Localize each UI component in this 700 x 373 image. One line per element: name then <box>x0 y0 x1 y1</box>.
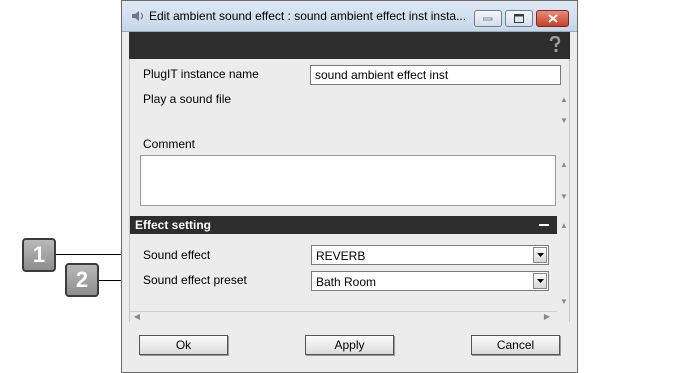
close-button[interactable] <box>536 10 569 27</box>
sound-effect-preset-select[interactable]: Bath Room <box>311 271 549 291</box>
maximize-button[interactable] <box>505 10 533 27</box>
effect-setting-header[interactable]: Effect setting <box>130 216 557 234</box>
minimize-button[interactable] <box>474 10 502 27</box>
speaker-icon <box>132 11 144 21</box>
comment-textarea[interactable] <box>140 155 556 206</box>
section-scroll-down-arrow[interactable]: ▼ <box>559 298 569 306</box>
sound-effect-select[interactable]: REVERB <box>311 245 549 265</box>
cancel-button[interactable]: Cancel <box>471 335 560 355</box>
apply-button[interactable]: Apply <box>305 335 394 355</box>
minimize-icon <box>483 17 493 20</box>
sound-effect-label: Sound effect <box>143 248 211 262</box>
scroll-up-arrow[interactable]: ▲ <box>559 96 569 104</box>
chevron-down-icon <box>536 253 544 257</box>
sound-effect-preset-label: Sound effect preset <box>143 273 247 287</box>
dialog-window: Edit ambient sound effect : sound ambien… <box>121 0 578 373</box>
comment-label: Comment <box>143 137 196 151</box>
help-icon[interactable] <box>548 36 562 54</box>
description-text: Play a sound file <box>143 92 232 106</box>
instance-name-label: PlugIT instance name <box>143 67 259 81</box>
section-scroll-up-arrow[interactable]: ▲ <box>559 222 569 230</box>
scroll-right-arrow[interactable]: ▶ <box>542 313 552 321</box>
toolbar <box>129 32 570 59</box>
horizontal-scrollbar[interactable]: ◀ ▶ <box>130 311 557 322</box>
collapse-icon[interactable] <box>539 224 549 226</box>
scroll-down-arrow[interactable]: ▼ <box>559 117 569 125</box>
instance-name-input[interactable]: sound ambient effect inst <box>310 65 561 85</box>
effect-setting-title: Effect setting <box>135 218 212 232</box>
window-title: Edit ambient sound effect : sound ambien… <box>149 9 467 23</box>
properties-panel: PlugIT instance name sound ambient effec… <box>129 59 570 322</box>
preset-dropdown-button[interactable] <box>533 273 547 289</box>
scroll-left-arrow[interactable]: ◀ <box>132 313 142 321</box>
maximize-icon <box>514 14 524 23</box>
ok-button[interactable]: Ok <box>139 335 228 355</box>
callout-2: 2 <box>65 263 99 297</box>
close-icon <box>547 14 558 23</box>
sound-effect-preset-value: Bath Room <box>316 275 377 289</box>
comment-scroll-down-arrow[interactable]: ▼ <box>559 193 569 201</box>
comment-scroll-up-arrow[interactable]: ▲ <box>559 161 569 169</box>
sound-effect-value: REVERB <box>316 249 366 263</box>
title-bar[interactable]: Edit ambient sound effect : sound ambien… <box>122 1 577 32</box>
chevron-down-icon <box>536 279 544 283</box>
callout-1: 1 <box>22 238 56 272</box>
sound-effect-dropdown-button[interactable] <box>533 247 547 263</box>
